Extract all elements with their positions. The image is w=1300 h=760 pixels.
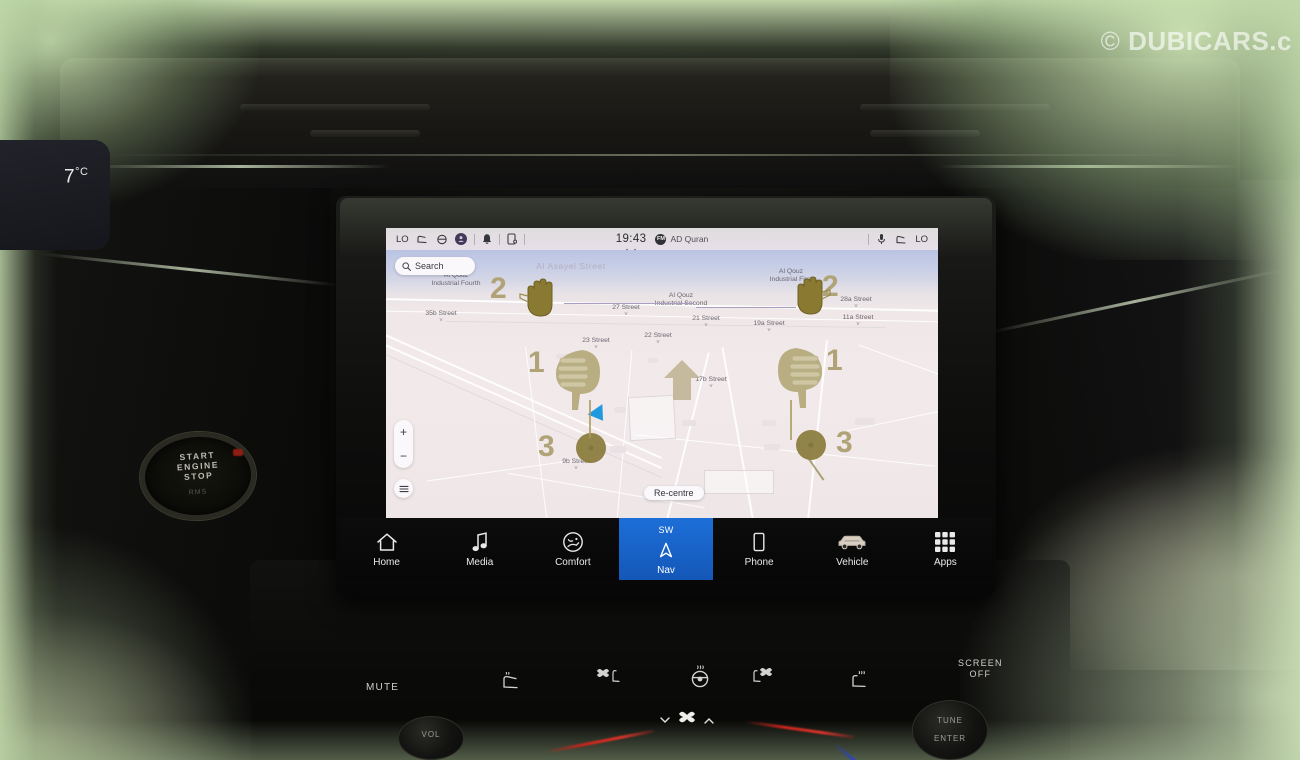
fan-up-icon[interactable] [704, 711, 714, 729]
steering-wheel-heater-icon[interactable] [688, 664, 712, 695]
nav-item-label: Vehicle [836, 557, 869, 568]
cluster-temperature-unit: °C [75, 166, 89, 178]
nav-item-nav[interactable]: SW Nav [619, 518, 713, 580]
screenshot-root: © DUBICARS.c 7°C START ENGINE STOP RMS L… [0, 0, 1300, 760]
notification-bell-icon[interactable] [482, 233, 492, 245]
navigation-map[interactable]: Al Asayel Street Al Qouz Industrial Fourth… [386, 250, 938, 518]
passenger-seat-fan-icon[interactable] [748, 664, 774, 695]
nav-item-label: Nav [657, 564, 675, 576]
nav-item-label: Apps [934, 557, 957, 568]
status-bar: LO 19:43 FM AD Quran LO [386, 228, 938, 254]
screen-off-label[interactable]: SCREEN OFF [958, 658, 1003, 680]
screen-off-line2: OFF [969, 669, 992, 679]
steering-heat-icon[interactable] [436, 234, 448, 245]
map-street-label: 9b Street ˅ [562, 458, 590, 472]
driver-climate-temp[interactable]: LO [396, 234, 409, 245]
tune-label: TUNE [937, 716, 963, 725]
map-zoom-controls[interactable]: + − [394, 420, 413, 468]
studio-glow-bottom-left [0, 520, 260, 760]
map-street-label: 19a Street ˅ [753, 320, 785, 334]
screen-off-line1: SCREEN [958, 658, 1003, 668]
passenger-seat-icon[interactable] [894, 234, 907, 245]
map-street-label: 22 Street ˅ [644, 332, 672, 346]
microphone-icon[interactable] [877, 233, 886, 245]
nav-item-vehicle[interactable]: Vehicle [806, 518, 899, 580]
seat-heat-icon[interactable] [416, 234, 429, 245]
status-divider-4 [868, 233, 870, 245]
driver-seat-fan-icon[interactable] [596, 664, 622, 695]
map-horizon-haze [386, 250, 938, 518]
nav-item-phone[interactable]: Phone [713, 518, 806, 580]
search-placeholder: Search [415, 261, 444, 271]
recentre-button[interactable]: Re-centre [644, 486, 704, 500]
fan-speed-icon [676, 706, 698, 733]
map-street-label: 27 Street ˅ [612, 304, 640, 318]
instrument-cluster [0, 140, 110, 250]
map-street-label: 28a Street ˅ [840, 296, 872, 310]
clock[interactable]: 19:43 [615, 233, 647, 254]
nav-item-label: Home [373, 557, 400, 568]
fan-speed-control[interactable] [660, 706, 714, 733]
map-street-label: 17b Street ˅ [695, 376, 727, 390]
infotainment-display: LO 19:43 FM AD Quran LO Al Asayel Street… [386, 228, 938, 518]
radio-band-badge: FM [655, 233, 667, 245]
driver-seat-heater-icon[interactable] [500, 671, 520, 697]
search-input[interactable]: Search [395, 257, 475, 275]
phone-projection-icon[interactable] [507, 233, 517, 245]
nav-item-home[interactable]: Home [340, 518, 433, 580]
zoom-out-button[interactable]: − [400, 450, 407, 462]
search-icon [402, 261, 411, 271]
map-street-label: 35b Street ˅ [425, 310, 457, 324]
driver-profile-icon[interactable] [454, 233, 467, 245]
nav-heading-indicator: SW [658, 524, 674, 535]
volume-label: VOL [421, 730, 441, 739]
clock-value: 19:43 [615, 233, 647, 245]
fan-down-icon[interactable] [660, 711, 670, 729]
map-street-label: 23 Street ˅ [582, 337, 610, 351]
vehicle-car-icon [837, 532, 867, 552]
zoom-in-button[interactable]: + [400, 426, 407, 438]
compass-arrow-icon [658, 540, 674, 560]
mute-label[interactable]: MUTE [366, 682, 399, 693]
nav-item-label: Media [466, 557, 494, 568]
map-street-label: Al Qouz Industrial First [769, 268, 813, 283]
tune-enter-knob[interactable] [912, 700, 988, 760]
status-divider-1 [473, 233, 475, 245]
map-menu-button[interactable] [394, 479, 413, 498]
main-navigation-bar[interactable]: Home Media Comfort SW Nav Phone Vehicle Apps [340, 518, 992, 580]
comfort-seat-icon [562, 532, 584, 552]
nav-item-label: Phone [744, 557, 774, 568]
hamburger-menu-icon [398, 485, 409, 493]
passenger-climate-temp[interactable]: LO [915, 234, 928, 245]
map-street-label: 21 Street ˅ [692, 315, 720, 329]
studio-glow-bottom-right [960, 460, 1300, 760]
copyright-symbol: © [1100, 26, 1121, 56]
nav-item-label: Comfort [555, 557, 591, 568]
map-street-label: Al Asayel Street [536, 261, 606, 271]
nav-item-media[interactable]: Media [433, 518, 526, 580]
nav-item-apps[interactable]: Apps [899, 518, 992, 580]
dubicars-watermark: © DUBICARS.c [1101, 26, 1292, 57]
watermark-text: DUBICARS.c [1128, 26, 1292, 56]
phone-icon [752, 532, 766, 552]
home-icon [376, 532, 398, 552]
map-street-label: 11a Street ˅ [842, 314, 874, 328]
radio-station-name: AD Quran [670, 234, 709, 244]
cluster-temperature-value: 7 [64, 166, 76, 188]
status-divider-2 [498, 233, 500, 245]
radio-status[interactable]: FM AD Quran [655, 233, 709, 245]
passenger-seat-heater-icon[interactable] [848, 670, 870, 697]
cluster-temperature: 7°C [64, 166, 88, 188]
nav-item-comfort[interactable]: Comfort [526, 518, 619, 580]
status-divider-3 [523, 233, 525, 245]
apps-grid-icon [934, 532, 956, 552]
enter-label: ENTER [933, 734, 967, 743]
music-note-icon [472, 532, 488, 552]
